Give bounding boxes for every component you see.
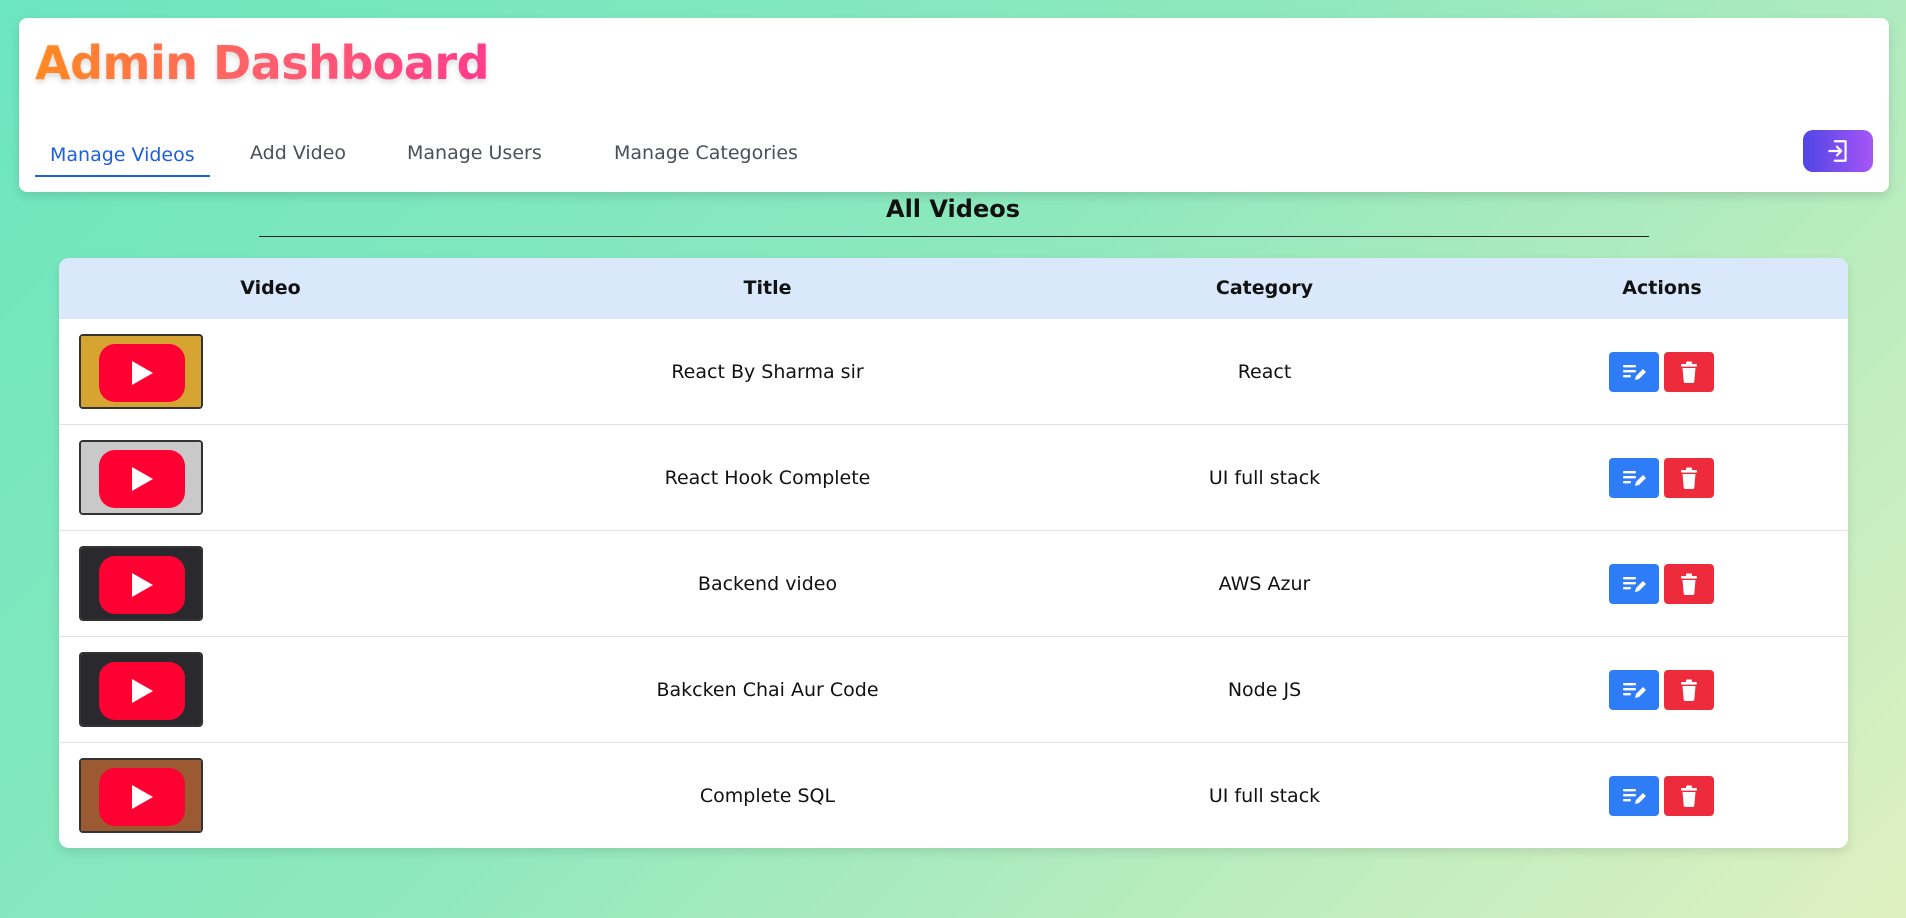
delete-button[interactable] — [1664, 776, 1714, 816]
trash-icon — [1681, 785, 1697, 807]
trash-icon — [1681, 573, 1697, 595]
delete-button[interactable] — [1664, 458, 1714, 498]
tab-add-video[interactable]: Add Video — [250, 130, 346, 177]
video-thumbnail[interactable] — [79, 334, 203, 409]
table-header: Video Title Category Actions — [59, 258, 1848, 319]
edit-icon — [1623, 789, 1646, 804]
video-thumbnail[interactable] — [79, 546, 203, 621]
youtube-play-icon — [99, 344, 185, 402]
edit-button[interactable] — [1609, 352, 1659, 392]
column-header-category: Category — [1215, 277, 1314, 299]
edit-button[interactable] — [1609, 564, 1659, 604]
edit-icon — [1623, 577, 1646, 592]
youtube-play-icon — [99, 662, 185, 720]
table-body: React By Sharma sir React React Hook Com… — [59, 319, 1848, 848]
edit-icon — [1623, 471, 1646, 486]
row-actions — [1609, 564, 1714, 604]
table-row: Complete SQL UI full stack — [59, 743, 1848, 848]
video-title: Complete SQL — [699, 785, 836, 807]
video-title: Bakcken Chai Aur Code — [656, 679, 879, 701]
table-row: React By Sharma sir React — [59, 319, 1848, 425]
videos-table: Video Title Category Actions React By Sh… — [59, 258, 1848, 848]
tab-manage-users[interactable]: Manage Users — [407, 130, 542, 177]
youtube-play-icon — [99, 768, 185, 826]
video-category: UI full stack — [1208, 785, 1321, 807]
edit-button[interactable] — [1609, 670, 1659, 710]
video-title: Backend video — [697, 573, 838, 595]
video-thumbnail[interactable] — [79, 440, 203, 515]
column-header-title: Title — [743, 277, 792, 299]
table-row: React Hook Complete UI full stack — [59, 425, 1848, 531]
video-thumbnail[interactable] — [79, 652, 203, 727]
trash-icon — [1681, 361, 1697, 383]
youtube-play-icon — [99, 450, 185, 508]
row-actions — [1609, 352, 1714, 392]
page-title: Admin Dashboard — [35, 36, 490, 90]
video-title: React By Sharma sir — [671, 361, 864, 383]
video-category: React — [1237, 361, 1292, 383]
delete-button[interactable] — [1664, 564, 1714, 604]
row-actions — [1609, 776, 1714, 816]
edit-icon — [1623, 365, 1646, 380]
column-header-actions: Actions — [1622, 277, 1702, 299]
tab-manage-categories[interactable]: Manage Categories — [614, 130, 798, 177]
table-row: Bakcken Chai Aur Code Node JS — [59, 637, 1848, 743]
logout-icon — [1828, 140, 1847, 162]
edit-button[interactable] — [1609, 458, 1659, 498]
app-header: Admin Dashboard Manage Videos Add Video … — [19, 18, 1889, 192]
trash-icon — [1681, 679, 1697, 701]
video-category: AWS Azur — [1218, 573, 1311, 595]
section-divider — [259, 236, 1649, 237]
video-title: React Hook Complete — [664, 467, 871, 489]
video-category: Node JS — [1227, 679, 1302, 701]
row-actions — [1609, 458, 1714, 498]
table-row: Backend video AWS Azur — [59, 531, 1848, 637]
delete-button[interactable] — [1664, 670, 1714, 710]
video-thumbnail[interactable] — [79, 758, 203, 833]
tab-manage-videos[interactable]: Manage Videos — [35, 130, 210, 177]
edit-icon — [1623, 683, 1646, 698]
edit-button[interactable] — [1609, 776, 1659, 816]
row-actions — [1609, 670, 1714, 710]
youtube-play-icon — [99, 556, 185, 614]
column-header-video: Video — [240, 277, 301, 299]
delete-button[interactable] — [1664, 352, 1714, 392]
logout-button[interactable] — [1803, 130, 1873, 172]
section-title: All Videos — [886, 195, 1020, 223]
trash-icon — [1681, 467, 1697, 489]
video-category: UI full stack — [1208, 467, 1321, 489]
